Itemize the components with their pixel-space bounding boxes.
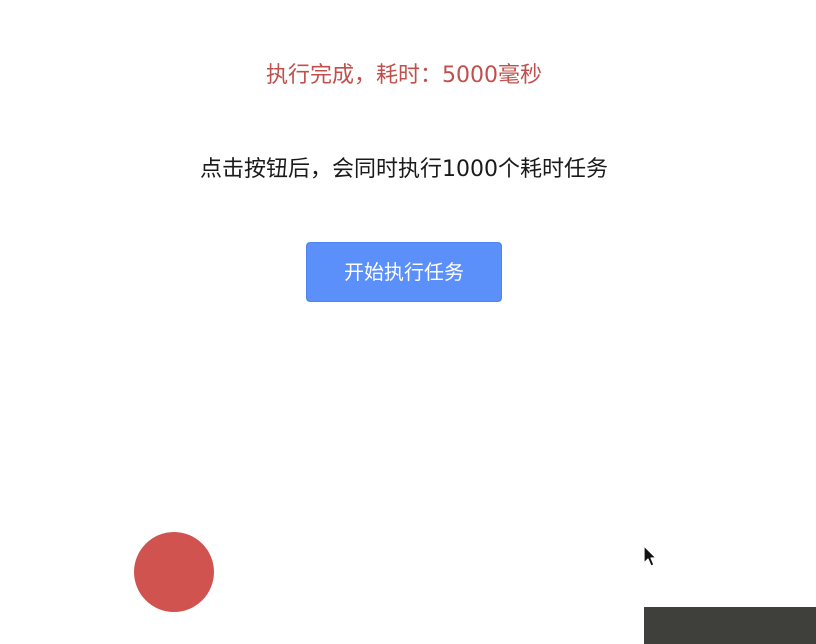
mouse-pointer-icon [643, 545, 657, 567]
animated-red-ball [134, 532, 214, 612]
task-description: 点击按钮后，会同时执行1000个耗时任务 [200, 157, 608, 182]
background-window-edge [644, 607, 816, 644]
start-tasks-button[interactable]: 开始执行任务 [306, 242, 502, 302]
status-text: 执行完成，耗时：5000毫秒 [266, 63, 542, 88]
